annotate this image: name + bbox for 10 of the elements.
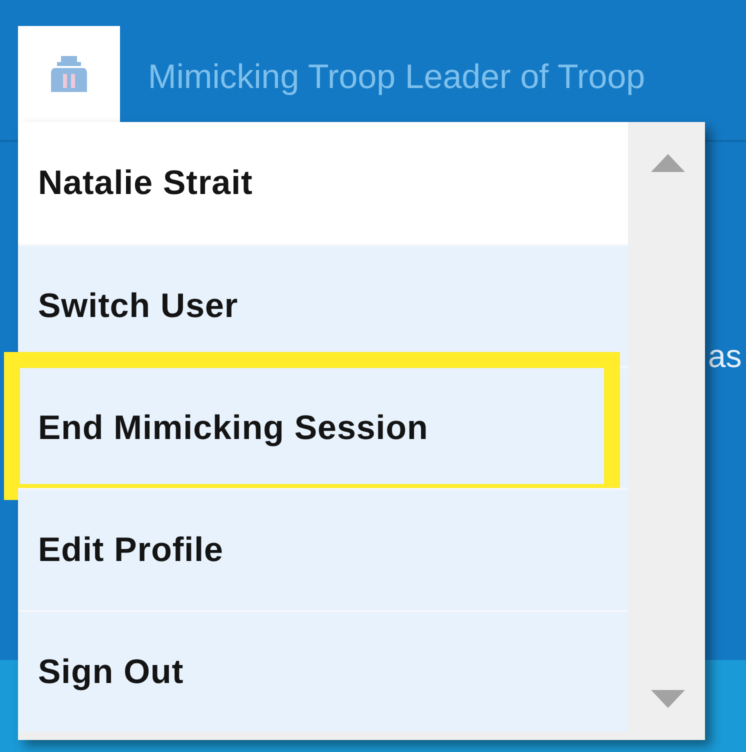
user-icon-button[interactable] [18,26,120,122]
user-name: Natalie Strait [38,162,253,204]
menu-item[interactable]: Sign Out [38,646,184,698]
scrollbar[interactable] [630,122,705,740]
header-title: Mimicking Troop Leader of Troop [148,57,646,98]
scroll-up-icon[interactable] [650,154,684,172]
background-text: as [708,337,742,376]
scroll-down-icon[interactable] [650,690,684,708]
menu-item[interactable]: Edit Profile [38,524,224,576]
menu-item[interactable]: Switch User [38,280,238,332]
